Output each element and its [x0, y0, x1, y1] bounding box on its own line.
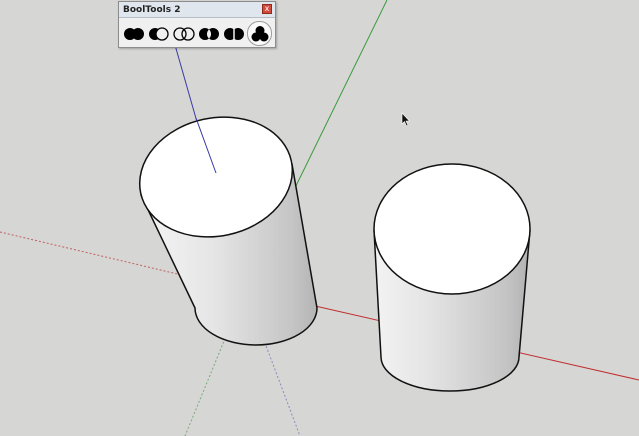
- modeling-viewport[interactable]: [0, 0, 639, 436]
- trim-icon: [199, 27, 219, 40]
- cylinder-1: [138, 116, 318, 346]
- subtract-button[interactable]: [147, 22, 171, 46]
- close-icon: x: [264, 4, 270, 13]
- trim-button[interactable]: [197, 22, 221, 46]
- subtract-icon: [149, 26, 169, 41]
- intersect-button[interactable]: [172, 22, 196, 46]
- union-icon: [124, 27, 144, 40]
- close-button[interactable]: x: [262, 4, 272, 14]
- split-icon: [224, 27, 244, 40]
- split-button[interactable]: [222, 22, 246, 46]
- union-button[interactable]: [122, 22, 146, 46]
- cylinder-2-top: [373, 163, 531, 295]
- multi-union-button[interactable]: [247, 21, 272, 46]
- axes: [0, 0, 639, 436]
- multi-union-icon: [251, 25, 268, 41]
- booltools-toolbar: BoolTools 2 x: [118, 1, 276, 48]
- toolbar-titlebar[interactable]: BoolTools 2 x: [119, 2, 275, 18]
- cylinder-2: [373, 163, 531, 392]
- toolbar-title: BoolTools 2: [123, 4, 181, 15]
- toolbar-buttons: [119, 18, 275, 49]
- intersect-icon: [173, 26, 195, 41]
- mouse-cursor-icon: [401, 112, 411, 127]
